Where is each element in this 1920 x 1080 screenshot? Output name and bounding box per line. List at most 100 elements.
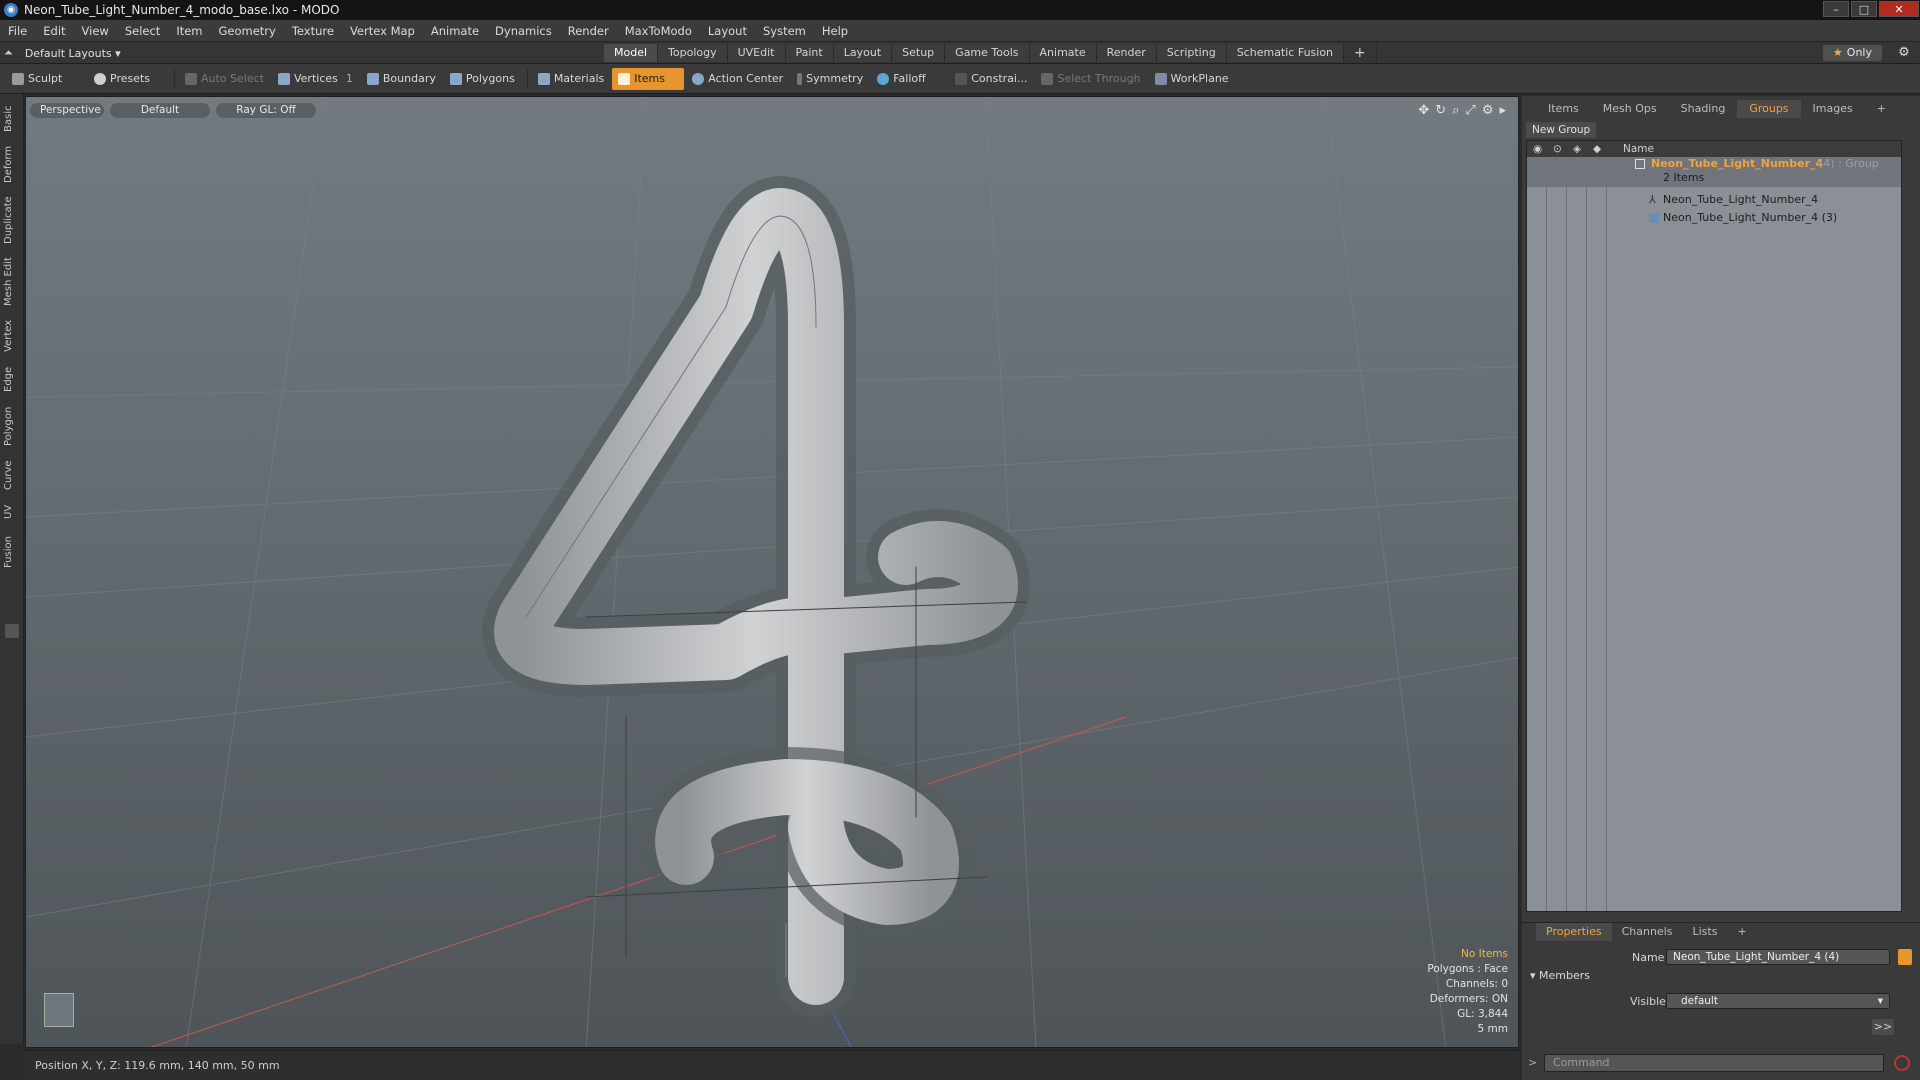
- materials-button[interactable]: Materials: [532, 68, 610, 90]
- rotate-icon[interactable]: ↻: [1435, 103, 1446, 118]
- zoom-icon[interactable]: ⌕: [1452, 103, 1459, 118]
- side-tab-duplicate[interactable]: Duplicate: [3, 192, 21, 248]
- action-center-button[interactable]: Action Center: [686, 68, 789, 90]
- raygl-button[interactable]: Ray GL: Off: [216, 103, 316, 118]
- view-perspective-button[interactable]: Perspective: [30, 103, 104, 118]
- side-tab-uv[interactable]: UV: [3, 500, 21, 524]
- view-style-button[interactable]: Default: [110, 103, 210, 118]
- more-button[interactable]: >>: [1872, 1019, 1894, 1035]
- command-input[interactable]: Command: [1544, 1054, 1884, 1072]
- group-row[interactable]: Neon_Tube_Light_Number_4 (4) : Group 2 I…: [1527, 157, 1901, 187]
- list-item[interactable]: ⅄ Neon_Tube_Light_Number_4: [1527, 191, 1901, 209]
- symmetry-button[interactable]: Symmetry: [791, 68, 869, 90]
- menu-animate[interactable]: Animate: [423, 24, 487, 38]
- expand-arrow-icon[interactable]: ▸: [1499, 103, 1506, 118]
- auto-select-button[interactable]: Auto Select: [179, 68, 270, 90]
- pan-icon[interactable]: ✥: [1418, 103, 1429, 118]
- menu-render[interactable]: Render: [560, 24, 617, 38]
- lock-icon[interactable]: ⊙: [1553, 141, 1562, 157]
- name-column-header[interactable]: Name: [1623, 141, 1654, 157]
- tab-shading[interactable]: Shading: [1669, 100, 1738, 118]
- falloff-icon: [877, 72, 890, 85]
- default-layouts-dropdown[interactable]: ⏶ Default Layouts ▾: [4, 45, 121, 61]
- add-properties-tab-button[interactable]: +: [1727, 923, 1756, 941]
- menu-help[interactable]: Help: [814, 24, 856, 38]
- only-button[interactable]: ★ Only: [1822, 45, 1882, 61]
- eye-icon[interactable]: ◉: [1533, 141, 1542, 157]
- side-tab-polygon[interactable]: Polygon: [3, 402, 21, 450]
- symmetry-icon: [797, 72, 803, 85]
- new-group-button[interactable]: New Group: [1526, 122, 1597, 138]
- menu-maxtomodo[interactable]: MaxToModo: [617, 24, 700, 38]
- layout-arrow-icon: ⏶: [4, 46, 13, 59]
- title-bar: ◉ Neon_Tube_Light_Number_4_modo_base.lxo…: [0, 0, 1920, 20]
- viewport-gear-icon[interactable]: ⚙: [1482, 103, 1494, 118]
- menu-system[interactable]: System: [755, 24, 814, 38]
- side-tab-curve[interactable]: Curve: [3, 456, 21, 494]
- workplane-button[interactable]: WorkPlane: [1149, 68, 1235, 90]
- add-panel-tab-button[interactable]: +: [1865, 100, 1898, 118]
- side-tab-mesh-edit[interactable]: Mesh Edit: [3, 254, 21, 310]
- minimize-button[interactable]: –: [1823, 1, 1849, 17]
- select-icon[interactable]: ◆: [1593, 141, 1601, 157]
- maximize-button[interactable]: □: [1851, 1, 1877, 17]
- boundary-button[interactable]: Boundary: [361, 68, 442, 90]
- side-tab-basic[interactable]: Basic: [3, 102, 21, 136]
- position-readout: Position X, Y, Z: 119.6 mm, 140 mm, 50 m…: [35, 1059, 280, 1072]
- vertices-button[interactable]: Vertices 1: [272, 68, 359, 90]
- tab-animate[interactable]: Animate: [1029, 44, 1097, 62]
- menu-file[interactable]: File: [0, 24, 35, 38]
- add-tab-button[interactable]: +: [1344, 44, 1377, 62]
- side-expand-button[interactable]: [5, 624, 19, 638]
- tab-lists[interactable]: Lists: [1683, 923, 1728, 941]
- menu-texture[interactable]: Texture: [284, 24, 342, 38]
- tab-layout[interactable]: Layout: [833, 44, 893, 62]
- menu-dynamics[interactable]: Dynamics: [487, 24, 560, 38]
- tab-paint[interactable]: Paint: [785, 44, 834, 62]
- 3d-viewport[interactable]: Perspective Default Ray GL: Off ✥ ↻ ⌕ ⤢ …: [25, 96, 1519, 1048]
- close-button[interactable]: ✕: [1879, 1, 1919, 17]
- menu-item[interactable]: Item: [168, 24, 210, 38]
- constrain-button[interactable]: Constrai...: [949, 68, 1033, 90]
- presets-button[interactable]: Presets: [88, 68, 168, 90]
- tab-render[interactable]: Render: [1096, 44, 1157, 62]
- list-item[interactable]: Neon_Tube_Light_Number_4 (3): [1527, 209, 1901, 227]
- side-tab-deform[interactable]: Deform: [3, 144, 21, 184]
- visible-dropdown[interactable]: default ▾: [1666, 993, 1890, 1009]
- items-button[interactable]: Items: [612, 67, 685, 90]
- tab-game-tools[interactable]: Game Tools: [945, 44, 1030, 62]
- menu-layout[interactable]: Layout: [700, 24, 755, 38]
- falloff-button[interactable]: Falloff: [871, 68, 947, 90]
- tab-mesh-ops[interactable]: Mesh Ops: [1591, 100, 1669, 118]
- command-stop-icon[interactable]: [1894, 1055, 1910, 1071]
- tab-groups[interactable]: Groups: [1737, 100, 1801, 118]
- menu-view[interactable]: View: [74, 24, 117, 38]
- menu-geometry[interactable]: Geometry: [211, 24, 284, 38]
- tab-topology[interactable]: Topology: [658, 44, 728, 62]
- tab-scripting[interactable]: Scripting: [1156, 44, 1227, 62]
- tab-channels[interactable]: Channels: [1612, 923, 1683, 941]
- tab-images[interactable]: Images: [1801, 100, 1865, 118]
- sculpt-button[interactable]: Sculpt: [6, 68, 86, 90]
- menu-vertex-map[interactable]: Vertex Map: [342, 24, 423, 38]
- name-field[interactable]: Neon_Tube_Light_Number_4 (4): [1666, 949, 1890, 965]
- polygons-button[interactable]: Polygons: [444, 68, 521, 90]
- side-tab-fusion[interactable]: Fusion: [3, 530, 21, 574]
- menu-edit[interactable]: Edit: [35, 24, 73, 38]
- members-section-header[interactable]: ▾ Members: [1530, 969, 1590, 982]
- window-title: Neon_Tube_Light_Number_4_modo_base.lxo -…: [24, 3, 340, 17]
- render-icon[interactable]: ◈: [1573, 141, 1581, 157]
- side-tab-edge[interactable]: Edge: [3, 362, 21, 396]
- tab-setup[interactable]: Setup: [892, 44, 946, 62]
- menu-select[interactable]: Select: [117, 24, 168, 38]
- select-through-button[interactable]: Select Through: [1035, 68, 1146, 90]
- tab-items[interactable]: Items: [1536, 100, 1591, 118]
- gear-icon[interactable]: ⚙: [1896, 45, 1912, 61]
- tab-model[interactable]: Model: [604, 44, 659, 62]
- color-swatch[interactable]: [1898, 949, 1912, 965]
- fit-icon[interactable]: ⤢: [1465, 103, 1475, 118]
- tab-uvedit[interactable]: UVEdit: [727, 44, 786, 62]
- side-tab-vertex[interactable]: Vertex: [3, 316, 21, 356]
- tab-properties[interactable]: Properties: [1536, 923, 1612, 941]
- tab-schematic-fusion[interactable]: Schematic Fusion: [1226, 44, 1345, 62]
